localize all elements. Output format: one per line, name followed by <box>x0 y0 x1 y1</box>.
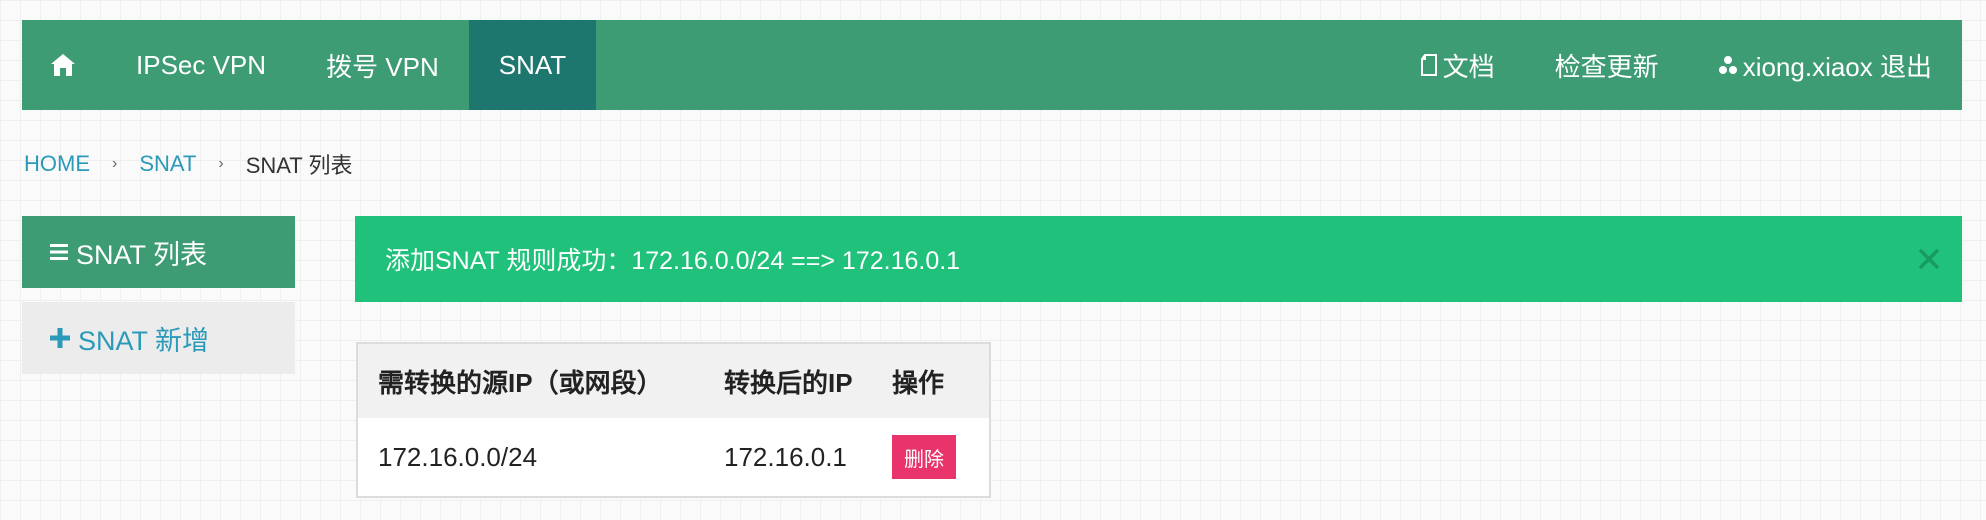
breadcrumb-snat[interactable]: SNAT <box>139 151 196 177</box>
table-header-row: 需转换的源IP（或网段） 转换后的IP 操作 <box>358 344 989 418</box>
column-header-source-ip: 需转换的源IP（或网段） <box>358 344 704 418</box>
nav-left: IPSec VPN 拨号 VPN SNAT <box>22 20 597 110</box>
breadcrumb-home[interactable]: HOME <box>24 151 90 177</box>
nav-dialup-vpn[interactable]: 拨号 VPN <box>296 20 469 110</box>
top-navbar: IPSec VPN 拨号 VPN SNAT 文档 检查更新 xiong.xiao… <box>22 20 1962 110</box>
success-alert: 添加SNAT 规则成功：172.16.0.0/24 ==> 172.16.0.1 <box>355 216 1962 302</box>
breadcrumb-separator: › <box>112 155 118 172</box>
user-icon <box>1718 55 1737 75</box>
column-header-target-ip: 转换后的IP <box>704 344 880 418</box>
sidebar-item-label: SNAT 新增 <box>78 325 210 356</box>
table-row: 172.16.0.0/24 172.16.0.1 删除 <box>358 418 989 496</box>
home-icon <box>50 53 76 77</box>
column-header-action: 操作 <box>880 344 989 418</box>
sidebar-item-label: SNAT 列表 <box>76 239 208 270</box>
alert-message: 添加SNAT 规则成功：172.16.0.0/24 ==> 172.16.0.1 <box>385 247 961 275</box>
breadcrumb-current: SNAT 列表 <box>245 153 353 178</box>
nav-user-label: xiong.xiaox 退出 <box>1742 51 1932 82</box>
breadcrumb: HOME › SNAT › SNAT 列表 <box>24 148 352 180</box>
list-icon <box>50 243 68 261</box>
sidebar-item-snat-add[interactable]: SNAT 新增 <box>22 302 295 374</box>
cell-target-ip: 172.16.0.1 <box>724 441 847 472</box>
sidebar-item-snat-list[interactable]: SNAT 列表 <box>22 216 295 288</box>
sidebar: SNAT 列表 SNAT 新增 <box>22 216 295 374</box>
cell-source-ip: 172.16.0.0/24 <box>378 441 538 472</box>
document-icon <box>1420 54 1437 76</box>
nav-right: 文档 检查更新 xiong.xiaox 退出 <box>1391 20 1962 110</box>
close-icon[interactable] <box>1914 244 1944 274</box>
plus-icon <box>50 328 70 348</box>
delete-button[interactable]: 删除 <box>892 435 956 479</box>
breadcrumb-separator: › <box>218 155 224 172</box>
snat-table: 需转换的源IP（或网段） 转换后的IP 操作 172.16.0.0/24 172… <box>356 342 991 498</box>
nav-docs-label: 文档 <box>1442 51 1495 82</box>
nav-home[interactable] <box>22 20 106 110</box>
nav-check-update[interactable]: 检查更新 <box>1525 20 1689 110</box>
nav-snat[interactable]: SNAT <box>468 20 597 110</box>
nav-docs[interactable]: 文档 <box>1391 20 1525 110</box>
nav-user-logout[interactable]: xiong.xiaox 退出 <box>1689 20 1962 110</box>
cell-action: 删除 <box>880 418 989 496</box>
nav-ipsec-vpn[interactable]: IPSec VPN <box>106 20 296 110</box>
